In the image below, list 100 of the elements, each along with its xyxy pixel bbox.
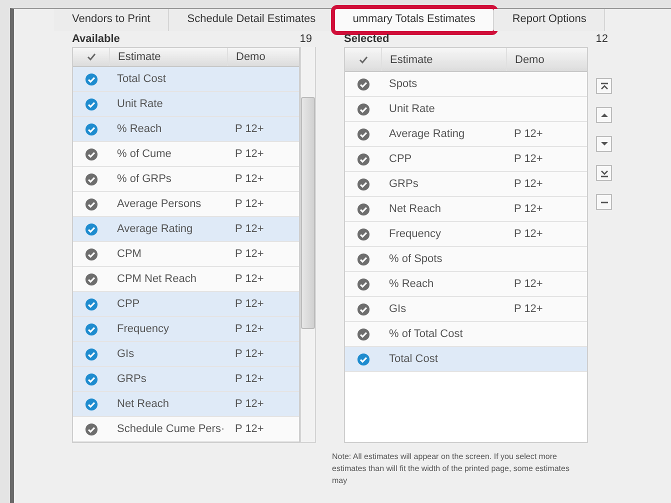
column-header[interactable]: Demo	[227, 48, 299, 66]
check-circle-icon[interactable]	[356, 178, 370, 190]
minus-icon	[600, 200, 608, 204]
estimate-row[interactable]: GRPs P 12+	[345, 172, 587, 197]
demo-value: P 12+	[234, 123, 265, 135]
estimate-name: % of Total Cost	[388, 328, 464, 340]
move-bottom-icon	[600, 168, 608, 178]
demo-value: P 12+	[513, 278, 544, 290]
estimate-row[interactable]: Average Rating P 12+	[73, 217, 299, 242]
check-circle-icon[interactable]	[84, 222, 98, 236]
down-button[interactable]	[596, 136, 612, 152]
top-button[interactable]	[596, 78, 612, 94]
estimate-row[interactable]: CPP P 12+	[345, 147, 587, 172]
demo-value: P 12+	[234, 173, 265, 185]
estimate-name: Schedule Cume Pers·	[116, 423, 226, 435]
estimate-row[interactable]: Average Persons P 12+	[73, 192, 299, 217]
estimate-name: % Reach	[388, 278, 435, 290]
estimate-row[interactable]: CPM P 12+	[73, 242, 299, 267]
estimate-row[interactable]: Total Cost	[73, 67, 299, 92]
check-circle-icon[interactable]	[84, 272, 98, 286]
estimate-row[interactable]: % of GRPs P 12+	[73, 167, 299, 192]
estimate-name: GRPs	[116, 373, 148, 385]
estimate-row[interactable]: Unit Rate	[73, 92, 299, 117]
check-circle-icon[interactable]	[84, 298, 98, 310]
check-circle-icon[interactable]	[84, 322, 98, 336]
estimate-row[interactable]: Total Cost	[345, 347, 587, 372]
estimate-row[interactable]: % Reach P 12+	[345, 272, 587, 297]
estimate-name: Frequency	[388, 228, 442, 240]
estimate-name: Spots	[388, 78, 418, 90]
estimate-row[interactable]: Frequency P 12+	[345, 222, 587, 247]
estimate-name: Average Rating	[388, 128, 466, 140]
demo-value: P 12+	[234, 298, 265, 310]
estimate-row[interactable]: % of Spots	[345, 247, 587, 272]
estimate-name: Total Cost	[388, 353, 439, 365]
check-circle-icon[interactable]	[84, 98, 98, 110]
estimate-row[interactable]: Average Rating P 12+	[345, 122, 587, 147]
estimate-name: CPM Net Reach	[116, 273, 198, 285]
estimate-row[interactable]: Schedule Cume Pers· P 12+	[73, 417, 299, 442]
estimate-name: Average Rating	[116, 223, 194, 235]
check-circle-icon[interactable]	[356, 252, 370, 266]
demo-value: P 12+	[513, 303, 544, 315]
column-header[interactable]: Estimate	[109, 48, 227, 66]
column-header[interactable]: Estimate	[381, 48, 506, 71]
estimate-row[interactable]: Net Reach P 12+	[73, 392, 299, 417]
estimate-row[interactable]: % Reach P 12+	[73, 117, 299, 142]
estimate-row[interactable]: GRPs P 12+	[73, 367, 299, 392]
demo-value: P 12+	[234, 348, 265, 360]
estimate-name: GRPs	[388, 178, 420, 190]
bottom-button[interactable]	[596, 165, 612, 181]
estimate-name: GIs	[116, 348, 136, 360]
estimate-name: % of Cume	[116, 148, 172, 160]
check-circle-icon[interactable]	[356, 278, 370, 290]
estimate-row[interactable]: GIs P 12+	[345, 297, 587, 322]
check-circle-icon[interactable]	[84, 148, 98, 160]
checkmark-icon	[358, 56, 368, 64]
check-circle-icon[interactable]	[84, 122, 98, 136]
check-circle-icon[interactable]	[356, 352, 370, 366]
check-circle-icon[interactable]	[356, 328, 370, 340]
estimate-name: CPP	[116, 298, 141, 310]
check-circle-icon[interactable]	[84, 372, 98, 386]
count-label: 12	[596, 33, 608, 47]
check-circle-icon[interactable]	[84, 348, 98, 360]
estimate-name: % of Spots	[388, 253, 444, 265]
check-circle-icon[interactable]	[84, 248, 98, 260]
check-circle-icon[interactable]	[84, 398, 98, 410]
column-header[interactable]: Demo	[506, 48, 586, 71]
estimate-row[interactable]: GIs P 12+	[73, 342, 299, 367]
estimate-row[interactable]: Unit Rate	[345, 97, 587, 122]
estimate-row[interactable]: Net Reach P 12+	[345, 197, 587, 222]
check-circle-icon[interactable]	[356, 302, 370, 316]
check-circle-icon[interactable]	[84, 72, 98, 86]
estimate-name: CPM	[116, 248, 142, 260]
estimate-row[interactable]: % of Cume P 12+	[73, 142, 299, 167]
estimate-row[interactable]: Spots	[345, 72, 587, 97]
estimate-row[interactable]: Frequency P 12+	[73, 317, 299, 342]
estimate-name: Unit Rate	[388, 103, 436, 115]
check-circle-icon[interactable]	[356, 152, 370, 166]
remove-button[interactable]	[596, 194, 612, 210]
check-circle-icon[interactable]	[356, 102, 370, 116]
estimate-row[interactable]: % of Total Cost	[345, 322, 587, 347]
estimate-row[interactable]: CPP P 12+	[73, 292, 299, 317]
demo-value: P 12+	[513, 128, 544, 140]
move-top-icon	[600, 82, 608, 90]
check-circle-icon[interactable]	[356, 128, 370, 140]
estimate-row[interactable]: CPM Net Reach P 12+	[73, 267, 299, 292]
check-circle-icon[interactable]	[84, 198, 98, 210]
estimate-name: CPP	[388, 153, 413, 165]
estimate-name: Average Persons	[116, 198, 202, 210]
caret-up-icon	[600, 112, 608, 118]
check-circle-icon[interactable]	[356, 228, 370, 240]
scroll-thumb[interactable]	[301, 97, 315, 329]
scrollbar[interactable]	[300, 47, 316, 443]
check-circle-icon[interactable]	[356, 202, 370, 216]
note-text: Note: All estimates will appear on the screen. If you select more estimates than will fit the width of the printed page, some estimates may	[332, 451, 570, 487]
check-circle-icon[interactable]	[84, 422, 98, 436]
check-circle-icon[interactable]	[356, 78, 370, 90]
up-button[interactable]	[596, 107, 612, 123]
check-circle-icon[interactable]	[84, 172, 98, 186]
panel-title: Available	[72, 33, 120, 47]
estimate-name: Net Reach	[388, 203, 442, 215]
